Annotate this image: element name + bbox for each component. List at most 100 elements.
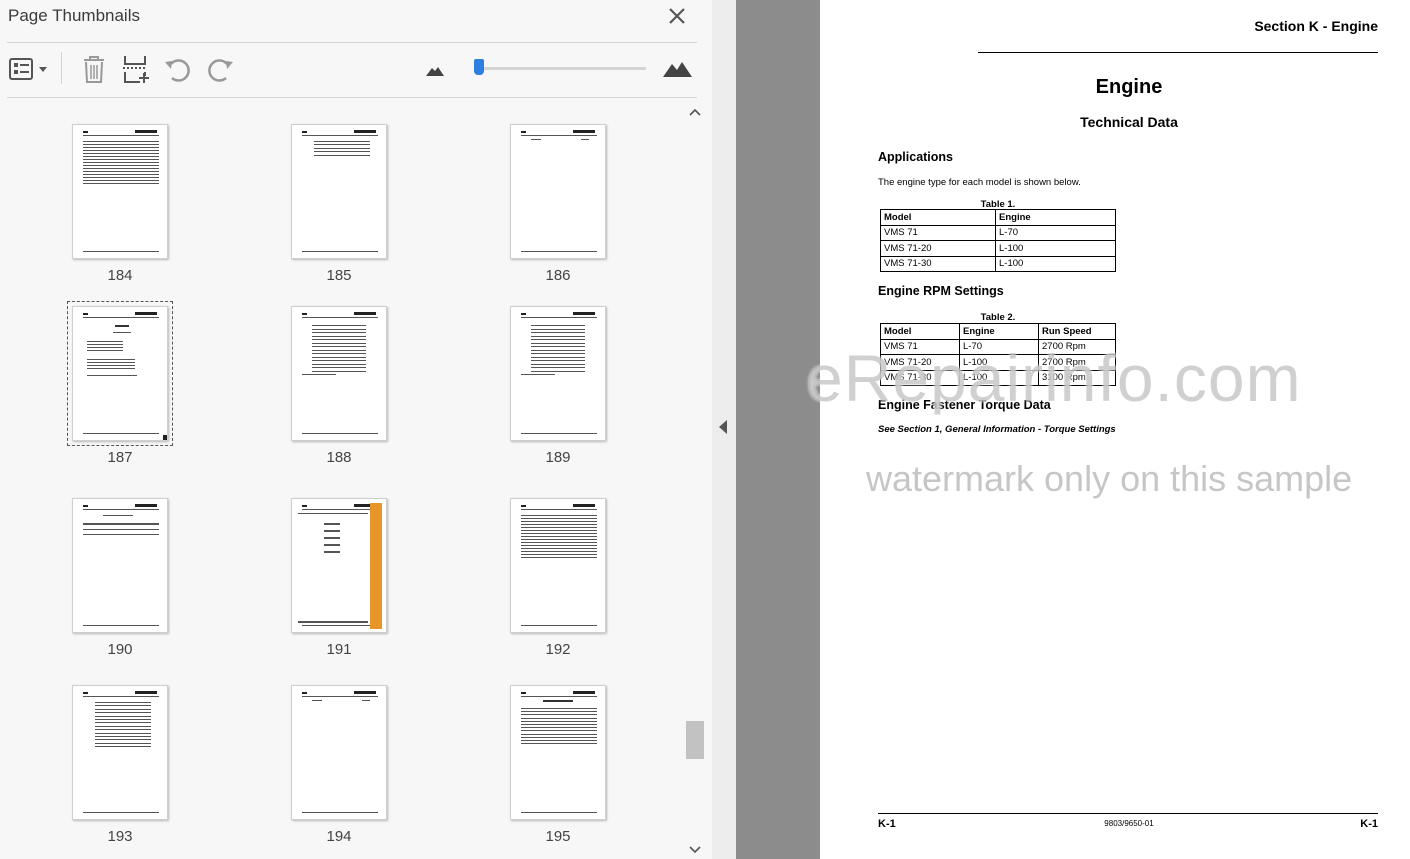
zoom-out-button[interactable] [422, 52, 448, 86]
thumbnail-toc-line [95, 712, 151, 714]
rotate-counterclockwise-button[interactable] [160, 52, 196, 86]
thumbnail-zoom-slider[interactable] [474, 59, 646, 75]
thumbnail-scrollbar[interactable] [684, 104, 706, 859]
thumbnail-table-line [312, 356, 366, 358]
thumbnail-text-line [83, 171, 159, 172]
thumbnail-page-preview[interactable] [72, 124, 168, 259]
page-thumbnail[interactable]: 191 [219, 498, 459, 684]
table-header: Model [880, 209, 996, 226]
thumbnail-table-line [312, 335, 366, 337]
insert-page-button[interactable] [118, 52, 154, 86]
document-page: Section K - Engine Engine Technical Data… [820, 0, 1410, 859]
thumbnail-table-line [83, 529, 159, 530]
thumbnail-footer-rule [521, 625, 597, 626]
thumbnail-link-line [324, 523, 340, 525]
table-header: Run Speed [1038, 323, 1116, 340]
thumbnail-footer-rule [83, 433, 159, 434]
thumbnail-table-line [83, 534, 159, 535]
thumbnail-table-line [87, 365, 135, 366]
page-thumbnail[interactable]: 194 [219, 685, 459, 859]
thumbnail-page-preview[interactable] [291, 685, 387, 820]
chevron-up-icon [689, 108, 701, 116]
thumbnail-header-mark [135, 504, 157, 507]
thumbnail-toc-line [95, 739, 151, 741]
thumbnail-page-number: 188 [326, 449, 352, 466]
delete-page-button[interactable] [76, 52, 112, 86]
thumbnail-text-line [521, 554, 597, 555]
thumbnail-table-line [531, 328, 585, 330]
thumbnail-page-preview[interactable] [72, 685, 168, 820]
zoom-handle[interactable] [474, 59, 484, 75]
thumbnail-toc-line [95, 732, 151, 734]
thumbnail-text-line [83, 168, 159, 169]
thumbnail-text-line [521, 527, 597, 528]
thumbnail-page-preview[interactable] [72, 498, 168, 633]
rotate-clockwise-button[interactable] [202, 52, 238, 86]
thumbnail-text-line [521, 518, 597, 519]
page-thumbnail[interactable]: 184 [0, 124, 240, 310]
thumbnail-table-line [312, 370, 366, 372]
thumbnail-page-number: 185 [326, 267, 352, 284]
thumbnail-toc-line [314, 151, 370, 153]
thumbnail-text-line [521, 557, 597, 558]
thumbnail-page-preview[interactable] [510, 124, 606, 259]
thumbnail-table-line [531, 367, 585, 368]
thumbnail-table-line [521, 714, 597, 716]
table-cell: VMS 71-20 [880, 240, 996, 257]
page-thumbnail[interactable]: 190 [0, 498, 240, 684]
scroll-down-button[interactable] [686, 842, 704, 858]
engine-type-table: Model Engine VMS 71 L-70 VMS 71-20 L-100 V… [880, 209, 1116, 272]
thumbnail-page-number: 184 [107, 267, 133, 284]
thumbnail-toc-line [314, 147, 370, 149]
thumbnail-table-line [531, 360, 585, 361]
page-options-button[interactable] [6, 52, 50, 86]
thumbnail-table-line [312, 342, 366, 344]
thumbnail-text-line [103, 515, 133, 516]
page-thumbnail[interactable]: 187 [0, 301, 240, 492]
collapse-panel-icon[interactable] [719, 420, 727, 434]
thumbnail-text-line [521, 548, 597, 549]
thumbnail-footer-rule [521, 251, 597, 252]
applications-text: The engine type for each model is shown … [878, 177, 1081, 188]
thumbnail-text-line [83, 147, 159, 148]
thumbnail-text-line [113, 332, 131, 333]
close-icon[interactable] [664, 4, 690, 28]
scroll-up-button[interactable] [686, 104, 704, 120]
thumbnail-page-preview[interactable] [67, 301, 173, 446]
thumbnail-page-preview[interactable] [291, 498, 387, 633]
rpm-heading: Engine RPM Settings [878, 284, 1004, 298]
thumbnail-table-line [87, 350, 123, 351]
scroll-thumb[interactable] [686, 721, 704, 759]
thumbnail-header-rule [521, 317, 597, 318]
page-thumbnail[interactable]: 186 [438, 124, 678, 310]
small-mountain-icon [426, 67, 444, 76]
document-viewer[interactable]: Section K - Engine Engine Technical Data… [736, 0, 1410, 859]
page-thumbnail[interactable]: 189 [438, 306, 678, 492]
thumbnail-toc-line [314, 141, 370, 142]
thumbnail-text-line [83, 180, 159, 181]
thumbnail-page-preview[interactable] [510, 498, 606, 633]
thumbnail-page-preview[interactable] [510, 306, 606, 441]
zoom-in-button[interactable] [660, 52, 694, 86]
thumbnail-header-mark [354, 130, 376, 133]
page-thumbnail[interactable]: 188 [219, 306, 459, 492]
zoom-track[interactable] [474, 67, 646, 70]
thumbnail-table-line [521, 711, 597, 713]
thumbnail-text-line [83, 150, 159, 151]
page-thumbnail[interactable]: 193 [0, 685, 240, 859]
thumbnail-header-mark [354, 312, 376, 315]
thumbnail-header-mark [573, 691, 595, 694]
torque-reference-text: See Section 1, General Information - Tor… [878, 424, 1116, 435]
page-thumbnail[interactable]: 185 [219, 124, 459, 310]
thumbnail-page-preview[interactable] [510, 685, 606, 820]
thumbnail-logo-mark [302, 131, 307, 133]
page-thumbnail[interactable]: 195 [438, 685, 678, 859]
thumbnail-text-line [83, 144, 159, 145]
thumbnail-page-preview[interactable] [291, 124, 387, 259]
thumbnail-text-line [83, 174, 159, 175]
thumbnail-text-line [312, 700, 322, 701]
page-thumbnail[interactable]: 192 [438, 498, 678, 684]
thumbnail-header-mark [354, 691, 376, 694]
panel-splitter[interactable] [712, 0, 736, 859]
thumbnail-page-preview[interactable] [291, 306, 387, 441]
